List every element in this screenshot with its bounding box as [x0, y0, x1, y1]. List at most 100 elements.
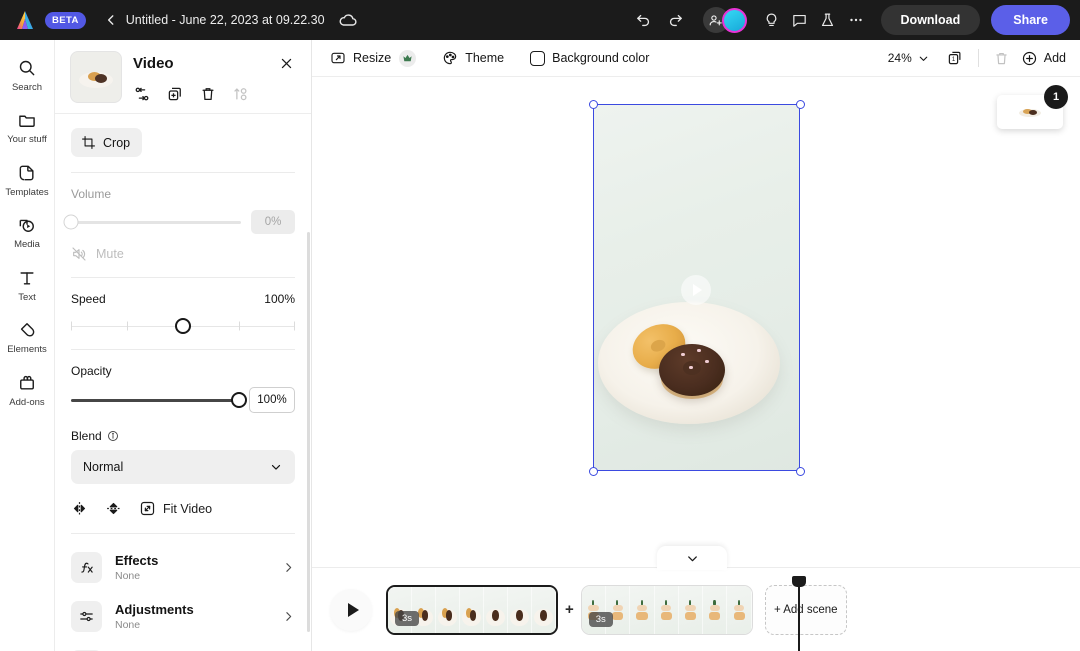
zoom-control[interactable]: 24% [888, 51, 930, 65]
frame-thumb [484, 587, 508, 633]
volume-track [71, 221, 241, 224]
plus-circle-icon [1021, 50, 1038, 67]
background-color-button[interactable]: Background color [530, 51, 649, 66]
sidebar-item-search[interactable]: Search [0, 48, 55, 100]
panel-scroll-region: Crop Volume 0% [55, 114, 311, 651]
panel-scrollbar[interactable] [307, 232, 310, 632]
add-scene-button[interactable]: + Add scene [765, 585, 847, 635]
effects-fx-icon [71, 552, 102, 583]
timeline-scene-2[interactable]: 3s [581, 585, 753, 635]
list-item-effects[interactable]: Effects None [55, 543, 311, 592]
transform-row: Fit Video [71, 500, 295, 517]
delete-page-icon[interactable] [989, 45, 1015, 71]
opacity-knob[interactable] [231, 392, 247, 408]
cloud-sync-icon[interactable] [335, 7, 361, 33]
avatar[interactable] [722, 8, 747, 33]
sidebar-item-media[interactable]: Media [0, 205, 55, 257]
folder-icon [17, 109, 37, 131]
page-thumbnail-float[interactable]: 1 [997, 95, 1063, 129]
selection-handle-tr[interactable] [796, 100, 805, 109]
volume-knob[interactable] [64, 215, 79, 230]
add-page-button[interactable]: Add [1021, 50, 1066, 67]
elements-icon [17, 319, 37, 341]
speed-header: Speed 100% [71, 292, 295, 306]
page-manager-icon[interactable]: 1 [942, 45, 968, 71]
opacity-slider[interactable] [71, 392, 239, 408]
list-item-adjustments[interactable]: Adjustments None [55, 592, 311, 641]
selection-handle-br[interactable] [796, 467, 805, 476]
timeline-play-button[interactable] [330, 589, 372, 631]
mute-toggle[interactable]: Mute [71, 246, 295, 262]
undo-redo-group [631, 7, 689, 33]
list-item-text: Effects None [115, 553, 269, 582]
fit-video-button[interactable]: Fit Video [139, 500, 212, 517]
reorder-icon [232, 85, 250, 103]
document-title[interactable]: Untitled - June 22, 2023 at 09.22.30 [126, 13, 325, 27]
resize-button[interactable]: Resize [330, 50, 416, 67]
redo-icon[interactable] [663, 7, 689, 33]
video-thumbnail[interactable] [71, 52, 121, 102]
speed-section: Speed 100% [55, 292, 311, 334]
frame-thumb [532, 587, 556, 633]
addons-icon [17, 372, 37, 394]
speed-knob[interactable] [175, 318, 191, 334]
timeline: 3s + 3s + Add scene [312, 567, 1080, 651]
delete-icon[interactable] [199, 85, 217, 103]
comment-icon[interactable] [787, 7, 813, 33]
volume-slider[interactable] [71, 214, 241, 230]
play-icon[interactable] [681, 275, 711, 305]
timeline-collapse-button[interactable] [657, 546, 727, 570]
opacity-value[interactable]: 100% [249, 387, 295, 413]
sidebar-item-add-ons[interactable]: Add-ons [0, 363, 55, 415]
list-item-animation[interactable]: Animation None [55, 641, 311, 651]
fit-video-label: Fit Video [163, 502, 212, 516]
insert-between-scenes[interactable]: + [565, 601, 574, 618]
panel-actions [133, 85, 297, 103]
flask-icon[interactable] [815, 7, 841, 33]
timeline-scene-1[interactable]: 3s [386, 585, 558, 635]
sidebar-label: Search [12, 83, 42, 93]
share-button[interactable]: Share [991, 5, 1070, 35]
canvas-toolbar: Resize [312, 40, 1080, 77]
artboard[interactable] [593, 104, 800, 471]
theme-label: Theme [465, 51, 504, 65]
volume-value[interactable]: 0% [251, 210, 295, 234]
sidebar-item-text[interactable]: Text [0, 258, 55, 310]
info-icon[interactable] [107, 430, 119, 442]
crop-button[interactable]: Crop [71, 128, 142, 157]
frame-thumb [679, 586, 703, 634]
adjustments-icon [71, 601, 102, 632]
replace-media-icon[interactable] [133, 85, 151, 103]
blend-section: Blend Normal [55, 429, 311, 517]
timeline-playhead[interactable] [798, 584, 800, 651]
lightbulb-icon[interactable] [759, 7, 785, 33]
color-swatch-icon [530, 51, 545, 66]
sidebar-item-elements[interactable]: Elements [0, 310, 55, 362]
close-icon[interactable] [275, 52, 297, 74]
topbar-right-actions: Download Share [631, 5, 1070, 35]
media-icon [17, 214, 37, 236]
playhead-handle[interactable] [792, 576, 806, 587]
speed-slider[interactable] [71, 318, 295, 334]
sidebar-item-templates[interactable]: Templates [0, 153, 55, 205]
back-button[interactable] [98, 7, 124, 33]
frame-thumb [412, 587, 436, 633]
canvas-stage[interactable]: Page 1 / 1 - Add title [312, 77, 1080, 567]
theme-button[interactable]: Theme [442, 50, 504, 66]
selection-handle-tl[interactable] [589, 100, 598, 109]
undo-icon[interactable] [631, 7, 657, 33]
download-button[interactable]: Download [881, 5, 981, 35]
flip-vertical-icon[interactable] [105, 500, 122, 517]
blend-mode-select[interactable]: Normal [71, 450, 295, 484]
blend-label: Blend [71, 429, 102, 443]
flip-horizontal-icon[interactable] [71, 500, 88, 517]
blend-header: Blend [71, 429, 295, 443]
more-options-icon[interactable] [843, 7, 869, 33]
selection-handle-bl[interactable] [589, 467, 598, 476]
duplicate-icon[interactable] [166, 85, 184, 103]
fit-video-icon [139, 500, 156, 517]
sidebar-item-your-stuff[interactable]: Your stuff [0, 100, 55, 152]
frame-thumb [436, 587, 460, 633]
sprinkle [705, 360, 709, 363]
zoom-value: 24% [888, 51, 912, 65]
